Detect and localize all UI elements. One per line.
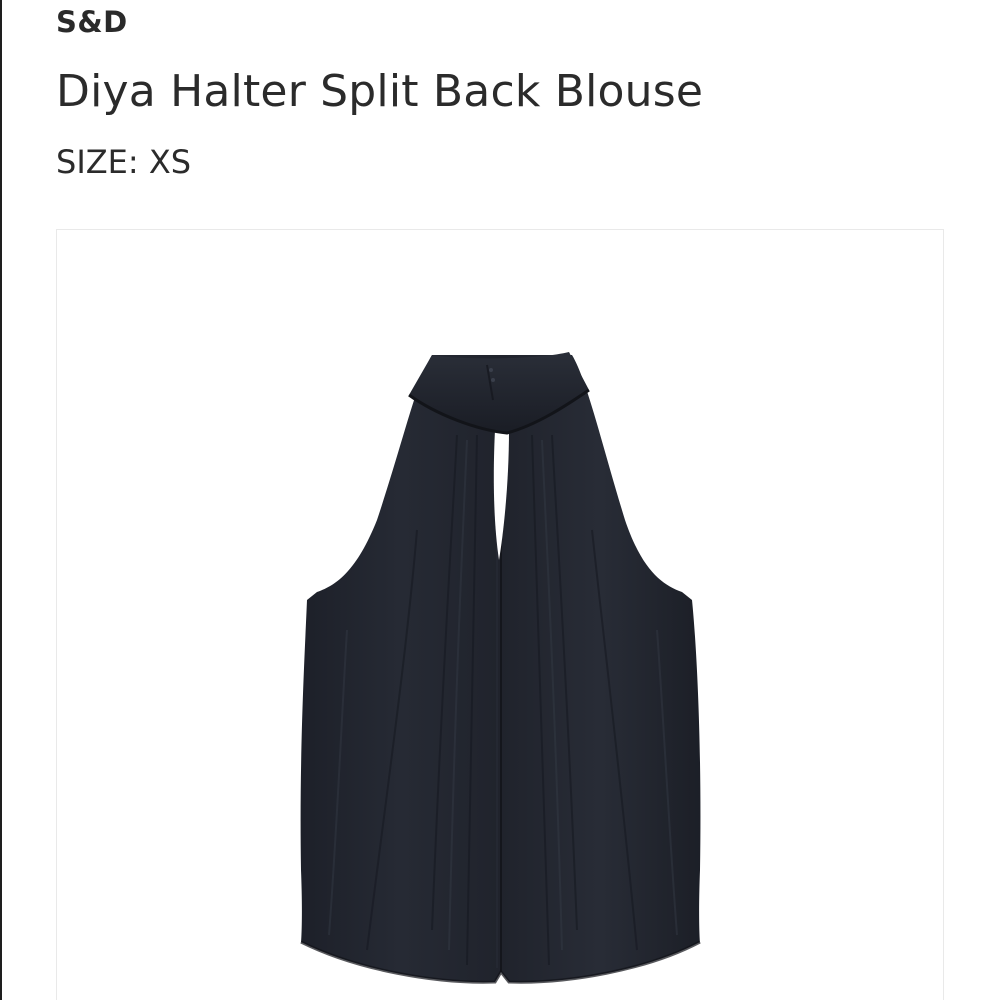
size-value: XS xyxy=(148,143,192,181)
size-label: SIZE: xyxy=(56,143,139,181)
blouse-image xyxy=(300,352,701,984)
screen-edge xyxy=(0,0,2,1000)
product-title: Diya Halter Split Back Blouse xyxy=(56,66,704,117)
product-image-card[interactable] xyxy=(56,229,944,1000)
size-info: SIZE: XS xyxy=(56,142,191,182)
brand-name: S&D xyxy=(56,5,128,39)
